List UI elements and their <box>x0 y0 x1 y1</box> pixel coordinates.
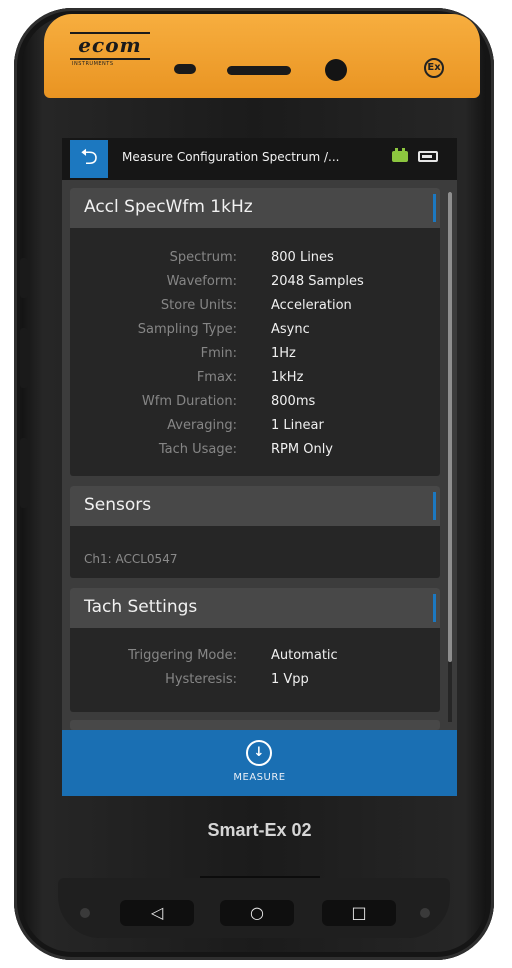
sensors-panel-title: Sensors <box>84 495 152 515</box>
sd-card-icon <box>418 151 438 162</box>
measure-button[interactable]: ↓ MEASURE <box>62 730 457 796</box>
config-value: Acceleration <box>271 298 352 313</box>
config-label: Tach Usage: <box>158 442 237 457</box>
config-label: Wfm Duration: <box>141 394 237 409</box>
config-panel: Accl SpecWfm 1kHz Spectrum: 800 Lines Wa… <box>70 188 440 476</box>
device-top-housing: ecom INSTRUMENTS Ex <box>44 14 480 98</box>
app-screen: ⮌ Measure Configuration Spectrum /... Ac… <box>62 138 457 796</box>
front-camera <box>325 59 347 81</box>
measure-label: MEASURE <box>233 772 286 783</box>
device-model-label: Smart-Ex 02 <box>207 820 312 840</box>
sensor-channel: Ch1: ACCL0547 <box>84 552 178 566</box>
tach-panel-header[interactable]: Tach Settings <box>70 588 440 628</box>
config-row-fmax: Fmax: 1kHz <box>70 366 440 390</box>
config-panel-accent <box>433 194 436 222</box>
tach-label: Hysteresis: <box>165 672 237 687</box>
config-value: Async <box>271 322 310 337</box>
page-title: Measure Configuration Spectrum /... <box>122 150 340 164</box>
config-value: 2048 Samples <box>271 274 364 289</box>
tach-row-hysteresis: Hysteresis: 1 Vpp <box>70 668 440 692</box>
tach-panel-accent <box>433 594 436 622</box>
ex-certification-icon: Ex <box>424 58 444 78</box>
measure-icon: ↓ <box>246 740 272 766</box>
config-row-waveform: Waveform: 2048 Samples <box>70 270 440 294</box>
config-row-averaging: Averaging: 1 Linear <box>70 414 440 438</box>
nav-recents-button[interactable]: □ <box>322 900 396 926</box>
tach-label: Triggering Mode: <box>128 648 237 663</box>
tach-row-triggering-mode: Triggering Mode: Automatic <box>70 644 440 668</box>
earpiece-speaker <box>227 66 291 75</box>
config-value: 1kHz <box>271 370 304 385</box>
sensor-slot <box>174 64 196 74</box>
sensors-panel: Sensors Ch1: ACCL0547 <box>70 486 440 578</box>
screw-right <box>420 908 430 918</box>
config-label: Waveform: <box>166 274 237 289</box>
config-value: 1 Linear <box>271 418 324 433</box>
side-button-lower[interactable] <box>20 438 28 508</box>
config-label: Averaging: <box>167 418 237 433</box>
back-arrow-icon[interactable]: ⮌ <box>70 140 108 178</box>
config-row-fmin: Fmin: 1Hz <box>70 342 440 366</box>
config-row-spectrum: Spectrum: 800 Lines <box>70 246 440 270</box>
brand-subtitle: INSTRUMENTS <box>72 61 114 67</box>
scrollbar-thumb[interactable] <box>448 192 452 662</box>
config-label: Fmax: <box>196 370 237 385</box>
config-panel-header[interactable]: Accl SpecWfm 1kHz <box>70 188 440 228</box>
config-value: RPM Only <box>271 442 333 457</box>
next-panel-peek <box>70 720 440 730</box>
sensors-panel-accent <box>433 492 436 520</box>
config-value: 800ms <box>271 394 316 409</box>
config-label: Spectrum: <box>169 250 237 265</box>
tach-panel: Tach Settings Triggering Mode: Automatic… <box>70 588 440 712</box>
nav-home-button[interactable]: ○ <box>220 900 294 926</box>
config-label: Store Units: <box>160 298 237 313</box>
tach-value: Automatic <box>271 648 338 663</box>
tach-panel-title: Tach Settings <box>84 597 198 617</box>
config-value: 800 Lines <box>271 250 334 265</box>
sensors-panel-header[interactable]: Sensors <box>70 486 440 526</box>
tach-value: 1 Vpp <box>271 672 309 687</box>
config-label: Sampling Type: <box>137 322 237 337</box>
device-bottom-bar: ◁ ○ □ <box>58 878 450 938</box>
side-button-upper[interactable] <box>20 258 28 298</box>
config-label: Fmin: <box>200 346 237 361</box>
config-value: 1Hz <box>271 346 296 361</box>
screw-left <box>80 908 90 918</box>
config-panel-title: Accl SpecWfm 1kHz <box>84 197 253 217</box>
config-row-wfm-duration: Wfm Duration: 800ms <box>70 390 440 414</box>
battery-icon <box>392 148 408 162</box>
brand-logo: ecom <box>70 32 150 60</box>
side-button-middle[interactable] <box>20 328 28 388</box>
config-row-tach-usage: Tach Usage: RPM Only <box>70 438 440 462</box>
config-row-sampling-type: Sampling Type: Async <box>70 318 440 342</box>
app-bar: ⮌ Measure Configuration Spectrum /... <box>62 138 457 180</box>
nav-back-button[interactable]: ◁ <box>120 900 194 926</box>
config-row-store-units: Store Units: Acceleration <box>70 294 440 318</box>
